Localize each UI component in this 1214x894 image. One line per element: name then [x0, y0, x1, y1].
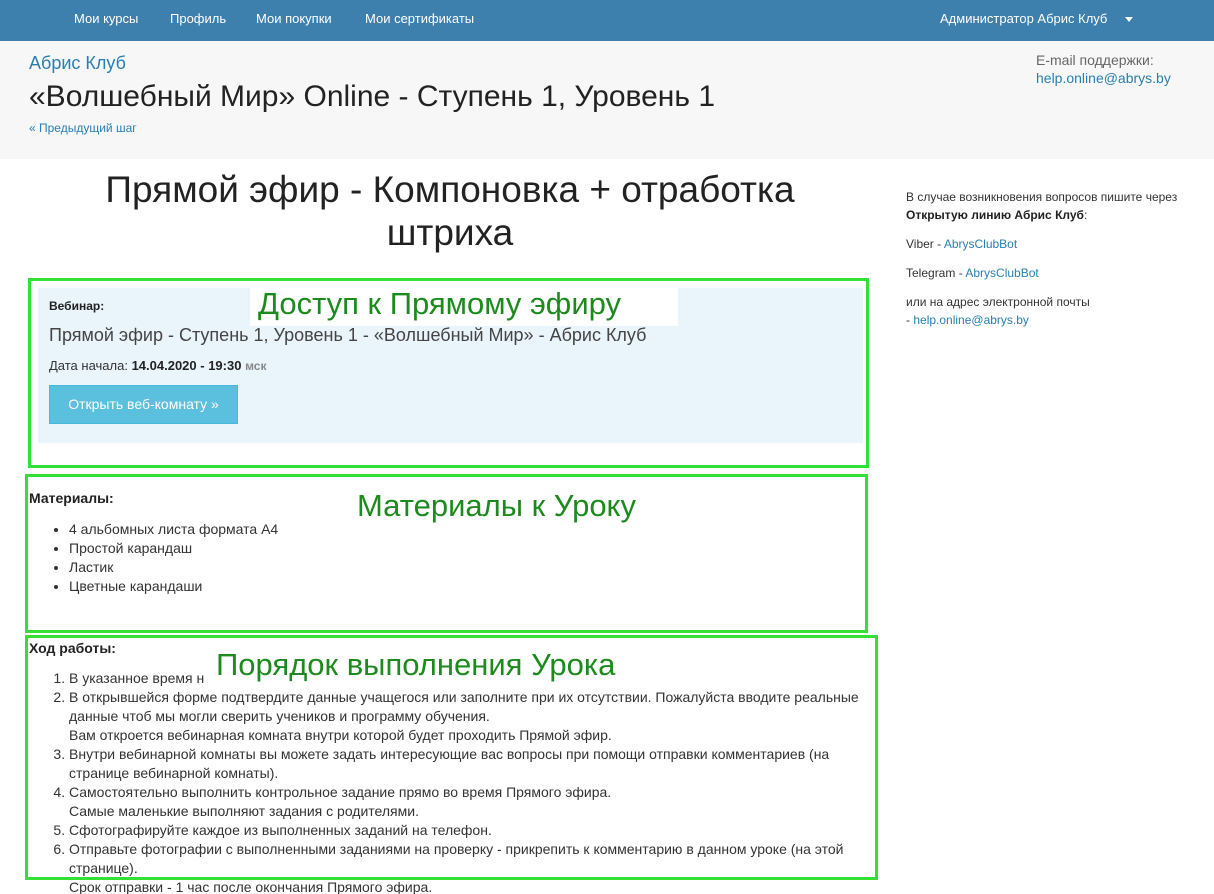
- viber-line: Viber - AbrysClubBot: [906, 235, 1196, 253]
- steps-list: В указанное время н В открывшейся форме …: [69, 669, 869, 894]
- email-intro: или на адрес электронной почты: [906, 295, 1090, 309]
- list-item: Цветные карандаши: [69, 577, 278, 596]
- nav-my-certificates[interactable]: Мои сертификаты: [365, 11, 474, 26]
- webinar-name: Прямой эфир - Ступень 1, Уровень 1 - «Во…: [49, 325, 647, 345]
- sidebar-intro: В случае возникновения вопросов пишите ч…: [906, 190, 1178, 222]
- annotation-order: Порядок выполнения Урока: [212, 647, 620, 683]
- timezone-label: мск: [245, 359, 267, 373]
- list-item: Самостоятельно выполнить контрольное зад…: [69, 783, 869, 821]
- list-item: Простой карандаш: [69, 539, 278, 558]
- step-text: Внутри вебинарной комнаты вы можете зада…: [69, 746, 830, 781]
- start-date-label: Дата начала:: [49, 358, 128, 373]
- list-item: В открывшейся форме подтвердите данные у…: [69, 688, 869, 745]
- sidebar-email-link[interactable]: help.online@abrys.by: [913, 313, 1029, 327]
- course-title: «Волшебный Мир» Online - Ступень 1, Уров…: [29, 80, 716, 113]
- sidebar-intro-text: В случае возникновения вопросов пишите ч…: [906, 190, 1178, 204]
- nav-my-courses[interactable]: Мои курсы: [74, 11, 138, 26]
- materials-heading: Материалы:: [29, 490, 114, 506]
- step-note: Самые маленькие выполняют задания с роди…: [69, 803, 419, 819]
- support-label: E-mail поддержки:: [1036, 52, 1154, 68]
- nav-my-purchases[interactable]: Мои покупки: [256, 11, 332, 26]
- user-menu[interactable]: Администратор Абрис Клуб: [940, 11, 1107, 26]
- nav-profile[interactable]: Профиль: [170, 11, 226, 26]
- step-text: Сфотографируйте каждое из выполненных за…: [69, 822, 492, 838]
- telegram-bot-link[interactable]: AbrysClubBot: [965, 266, 1038, 280]
- step-text: Самостоятельно выполнить контрольное зад…: [69, 784, 612, 800]
- previous-step-link[interactable]: « Предыдущий шаг: [29, 121, 137, 135]
- step-note: Срок отправки - 1 час после окончания Пр…: [69, 879, 433, 894]
- page-header: Абрис Клуб «Волшебный Мир» Online - Ступ…: [0, 41, 1214, 159]
- support-email-link[interactable]: help.online@abrys.by: [1036, 70, 1171, 86]
- list-item: Отправьте фотографии с выполненными зада…: [69, 840, 869, 894]
- list-item: Ластик: [69, 558, 278, 577]
- step-note: Вам откроется вебинарная комната внутри …: [69, 727, 612, 743]
- step-text: В открывшейся форме подтвердите данные у…: [69, 689, 859, 724]
- club-link[interactable]: Абрис Клуб: [29, 53, 126, 74]
- annotation-access: Доступ к Прямому эфиру: [258, 286, 622, 321]
- email-line: или на адрес электронной почты - help.onl…: [906, 293, 1196, 329]
- list-item: Внутри вебинарной комнаты вы можете зада…: [69, 745, 869, 783]
- lesson-title: Прямой эфир - Компоновка + отработка штр…: [105, 169, 795, 253]
- start-date: Дата начала: 14.04.2020 - 19:30 мск: [49, 358, 266, 373]
- steps-heading: Ход работы:: [29, 640, 116, 656]
- step-text: В указанное время н: [69, 670, 205, 686]
- open-line-name: Открытую линию Абрис Клуб: [906, 208, 1084, 222]
- open-webroom-button[interactable]: Открыть веб-комнату »: [49, 385, 238, 424]
- viber-bot-link[interactable]: AbrysClubBot: [944, 237, 1017, 251]
- telegram-line: Telegram - AbrysClubBot: [906, 264, 1196, 282]
- list-item: Сфотографируйте каждое из выполненных за…: [69, 821, 869, 840]
- viber-label: Viber -: [906, 237, 944, 251]
- help-sidebar: В случае возникновения вопросов пишите ч…: [906, 188, 1196, 340]
- top-navbar: Мои курсы Профиль Мои покупки Мои сертиф…: [0, 0, 1214, 41]
- telegram-label: Telegram -: [906, 266, 966, 280]
- start-date-value: 14.04.2020 - 19:30: [131, 358, 242, 373]
- caret-down-icon[interactable]: [1125, 17, 1133, 22]
- annotation-materials: Материалы к Уроку: [357, 488, 636, 523]
- webinar-label: Вебинар:: [49, 299, 105, 313]
- step-text: Отправьте фотографии с выполненными зада…: [69, 841, 844, 876]
- materials-list: 4 альбомных листа формата А4 Простой кар…: [69, 520, 278, 596]
- list-item: 4 альбомных листа формата А4: [69, 520, 278, 539]
